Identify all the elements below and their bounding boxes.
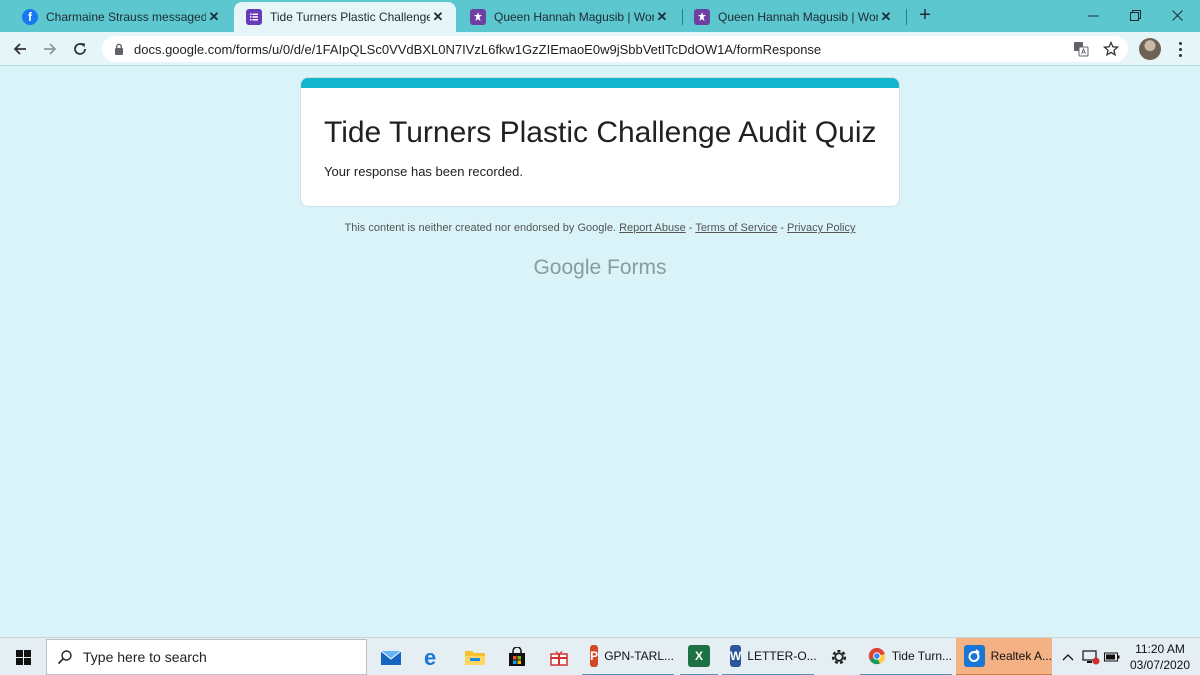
reload-button[interactable] xyxy=(68,37,92,61)
windows-logo-icon xyxy=(15,649,31,665)
arrow-right-icon xyxy=(44,43,57,55)
gift-icon xyxy=(550,651,568,666)
taskbar-search-box[interactable]: Type here to search xyxy=(46,639,367,675)
card-accent-bar xyxy=(301,78,899,88)
profile-avatar[interactable] xyxy=(1139,38,1161,60)
edge-icon: e xyxy=(424,646,436,668)
google-wordmark: Google xyxy=(533,256,602,279)
realtek-window-button[interactable]: Realtek A... xyxy=(956,638,1052,675)
browser-menu-button[interactable] xyxy=(1170,38,1190,60)
mail-icon xyxy=(380,650,402,665)
address-bar[interactable]: docs.google.com/forms/u/0/d/e/1FAIpQLSc0… xyxy=(102,36,1128,62)
folder-icon xyxy=(465,651,485,665)
tab-title: Charmaine Strauss messaged GS xyxy=(46,10,206,24)
gift-app-button[interactable] xyxy=(540,638,578,675)
scout-emblem-icon xyxy=(694,9,710,25)
translate-icon[interactable] xyxy=(1072,40,1090,58)
close-icon[interactable]: ✕ xyxy=(206,9,222,25)
window-close-button[interactable] xyxy=(1154,0,1200,30)
tab-facebook[interactable]: f Charmaine Strauss messaged GS ✕ xyxy=(10,2,232,32)
file-explorer-button[interactable] xyxy=(456,638,494,675)
window-label: LETTER-O... xyxy=(747,649,817,663)
forms-wordmark: Forms xyxy=(607,256,667,279)
form-response-card: Tide Turners Plastic Challenge Audit Qui… xyxy=(300,77,900,207)
terms-of-service-link[interactable]: Terms of Service xyxy=(695,222,777,234)
confirmation-message: Your response has been recorded. xyxy=(324,164,523,179)
new-tab-button[interactable]: + xyxy=(914,5,936,26)
minimize-button[interactable] xyxy=(1070,0,1116,30)
battery-tray-button[interactable] xyxy=(1102,638,1122,675)
reload-icon xyxy=(74,43,86,55)
excel-window-button[interactable]: X xyxy=(680,638,718,675)
word-window-button[interactable]: W LETTER-O... xyxy=(722,638,817,675)
restore-button[interactable] xyxy=(1112,0,1158,30)
powerpoint-window-button[interactable]: P GPN-TARL... xyxy=(582,638,674,675)
browser-tab-strip: f Charmaine Strauss messaged GS ✕ Tide T… xyxy=(0,0,1200,32)
arrow-left-icon xyxy=(13,43,26,55)
footer-disclaimer: This content is neither created nor endo… xyxy=(0,222,1200,234)
windows-taskbar: Type here to search e P GPN-TARL... X W … xyxy=(0,637,1200,675)
search-placeholder: Type here to search xyxy=(83,649,207,665)
window-label: Tide Turn... xyxy=(891,649,952,663)
tab-google-forms[interactable]: Tide Turners Plastic Challenge Au ✕ xyxy=(234,2,456,32)
gear-icon xyxy=(831,649,847,665)
tab-title: Queen Hannah Magusib | World xyxy=(718,10,878,24)
report-abuse-link[interactable]: Report Abuse xyxy=(619,222,686,234)
mail-app-button[interactable] xyxy=(372,638,410,675)
taskbar-clock[interactable]: 11:20 AM 03/07/2020 xyxy=(1120,641,1200,673)
svg-text:e: e xyxy=(424,646,436,668)
clock-time: 11:20 AM xyxy=(1135,642,1185,656)
disclaimer-text: This content is neither created nor endo… xyxy=(344,222,617,234)
bookmark-star-icon[interactable] xyxy=(1102,40,1120,58)
close-icon xyxy=(1171,9,1183,21)
close-icon[interactable]: ✕ xyxy=(430,9,446,25)
tab-title: Queen Hannah Magusib | World xyxy=(494,10,654,24)
separator: - xyxy=(688,222,693,234)
close-icon[interactable]: ✕ xyxy=(654,9,670,25)
edge-app-button[interactable]: e xyxy=(414,638,452,675)
network-icon xyxy=(1082,650,1100,665)
window-label: GPN-TARL... xyxy=(604,649,674,663)
url-text[interactable]: docs.google.com/forms/u/0/d/e/1FAIpQLSc0… xyxy=(134,42,821,57)
tab-world-scouting-2[interactable]: Queen Hannah Magusib | World ✕ xyxy=(682,2,904,32)
realtek-audio-icon xyxy=(964,645,985,667)
word-icon: W xyxy=(730,645,742,667)
form-title: Tide Turners Plastic Challenge Audit Qui… xyxy=(324,116,877,149)
forward-button[interactable] xyxy=(38,37,62,61)
scout-emblem-icon xyxy=(470,9,486,25)
clock-date: 03/07/2020 xyxy=(1129,658,1191,672)
store-app-button[interactable] xyxy=(498,638,536,675)
browser-toolbar: docs.google.com/forms/u/0/d/e/1FAIpQLSc0… xyxy=(0,32,1200,66)
lock-icon xyxy=(115,43,123,55)
google-forms-logo[interactable]: Google Forms xyxy=(0,256,1200,280)
store-icon xyxy=(509,647,525,666)
minimize-icon xyxy=(1087,15,1099,16)
chevron-up-icon xyxy=(1062,654,1074,661)
excel-icon: X xyxy=(688,645,710,667)
tab-separator xyxy=(906,9,907,25)
show-hidden-icons-button[interactable] xyxy=(1058,638,1078,675)
start-button[interactable] xyxy=(0,638,46,675)
search-icon xyxy=(57,650,72,665)
chrome-window-button[interactable]: Tide Turn... xyxy=(860,638,952,675)
facebook-icon: f xyxy=(22,9,38,25)
restore-icon xyxy=(1129,9,1141,21)
battery-icon xyxy=(1104,652,1120,662)
close-icon[interactable]: ✕ xyxy=(878,9,894,25)
privacy-policy-link[interactable]: Privacy Policy xyxy=(787,222,855,234)
chrome-icon xyxy=(868,647,885,665)
window-label: Realtek A... xyxy=(990,649,1052,663)
google-forms-icon xyxy=(246,9,262,25)
tab-title: Tide Turners Plastic Challenge Au xyxy=(270,10,430,24)
tab-world-scouting-1[interactable]: Queen Hannah Magusib | World ✕ xyxy=(458,2,680,32)
back-button[interactable] xyxy=(8,37,32,61)
settings-app-button[interactable] xyxy=(820,638,858,675)
powerpoint-icon: P xyxy=(590,645,599,667)
separator: - xyxy=(780,222,784,234)
network-tray-button[interactable] xyxy=(1080,638,1102,675)
